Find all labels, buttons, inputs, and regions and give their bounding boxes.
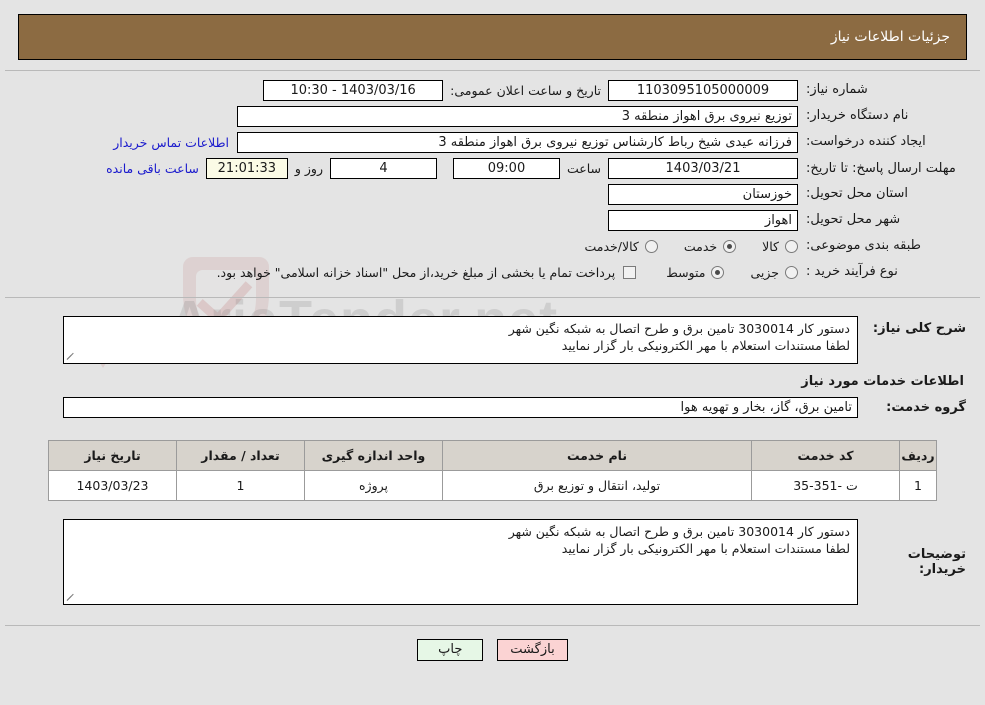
treasury-bond-note: پرداخت تمام یا بخشی از مبلغ خرید،از محل … (216, 264, 616, 280)
service-group-value: تامین برق، گاز، بخار و تهویه هوا (63, 397, 858, 418)
cell-code: ت -351-35 (751, 470, 900, 501)
treasury-bond-checkbox[interactable] (623, 265, 637, 279)
province-row: استان محل تحویل: خوزستان (19, 183, 966, 205)
footer-divider (5, 625, 980, 626)
radio-icon-goods-service[interactable] (644, 239, 658, 253)
print-button[interactable]: چاپ (417, 639, 484, 661)
announce-label: تاریخ و ساعت اعلان عمومی: (450, 82, 601, 98)
radio-icon-medium[interactable] (711, 265, 725, 279)
category-option-service[interactable]: خدمت (683, 238, 737, 254)
cell-need-date: 1403/03/23 (48, 470, 177, 501)
need-description-label: شرح کلی نیاز: (872, 321, 966, 336)
buyer-org-label: نام دستگاه خریدار: (806, 108, 909, 123)
days-remaining-text: روز و (294, 160, 323, 176)
process-option-medium[interactable]: متوسط (666, 264, 725, 280)
service-group-row: گروه خدمت: تامین برق، گاز، بخار و تهویه … (19, 397, 966, 418)
cell-quantity: 1 (176, 470, 305, 501)
requester-label: ایجاد کننده درخواست: (806, 134, 926, 149)
buyer-contact-link[interactable]: اطلاعات تماس خریدار (105, 135, 237, 150)
category-option-goods-service[interactable]: کالا/خدمت (584, 238, 658, 254)
col-unit: واحد اندازه گیری (304, 440, 443, 471)
radio-icon-service[interactable] (723, 239, 737, 253)
process-type-label: نوع فرآیند خرید : (806, 264, 898, 279)
col-name: نام خدمت (442, 440, 752, 471)
process-type-row: نوع فرآیند خرید : جزیی متوسط پرداخت تمام… (19, 261, 966, 283)
deadline-label: مهلت ارسال پاسخ: تا تاریخ: (806, 160, 956, 176)
need-number-value: 1103095105000009 (608, 79, 798, 101)
cell-index: 1 (899, 470, 937, 501)
buyer-notes-panel: توضیحات خریدار: دستور کار 3030014 تامین … (5, 507, 980, 617)
services-table: ردیف کد خدمت نام خدمت واحد اندازه گیری ت… (48, 440, 937, 501)
category-row: طبقه بندی موضوعی: کالا خدمت کالا/خدمت (19, 235, 966, 257)
category-radio-group: کالا خدمت کالا/خدمت (558, 239, 798, 254)
city-label: شهر محل تحویل: (806, 212, 901, 227)
province-value: خوزستان (608, 183, 798, 205)
deadline-date-value: 1403/03/21 (608, 157, 798, 179)
need-summary-panel: شماره نیاز: 1103095105000009 تاریخ و ساع… (5, 70, 980, 298)
process-radio-group: جزیی متوسط پرداخت تمام یا بخشی از مبلغ خ… (191, 265, 798, 280)
province-label: استان محل تحویل: (806, 186, 908, 201)
announce-value: 1403/03/16 - 10:30 (263, 79, 444, 101)
need-description-textarea[interactable]: دستور کار 3030014 تامین برق و طرح اتصال … (63, 316, 858, 364)
footer-button-bar: بازگشت چاپ (0, 639, 985, 661)
col-need-date: تاریخ نیاز (48, 440, 177, 471)
cell-unit: پروژه (304, 470, 443, 501)
services-section-title: اطلاعات خدمات مورد نیاز (801, 374, 964, 389)
radio-icon-minor[interactable] (785, 265, 798, 279)
process-option-medium-label: متوسط (666, 264, 706, 280)
requester-value: فرزانه عیدی شیخ رباط کارشناس توزیع نیروی… (237, 131, 798, 153)
need-description-line-2: لطفا مستندات استعلام با مهر الکترونیکی ب… (561, 338, 850, 353)
table-row: 1 ت -351-35 تولید، انتقال و توزیع برق پر… (48, 470, 937, 501)
need-number-row: شماره نیاز: 1103095105000009 تاریخ و ساع… (19, 79, 966, 101)
buyer-org-value: توزیع نیروی برق اهواز منطقه 3 (237, 105, 798, 127)
buyer-notes-line-1: دستور کار 3030014 تامین برق و طرح اتصال … (508, 524, 850, 539)
service-group-label: گروه خدمت: (886, 400, 966, 415)
buyer-org-row: نام دستگاه خریدار: توزیع نیروی برق اهواز… (19, 105, 966, 127)
need-description-panel: شرح کلی نیاز: دستور کار 3030014 تامین بر… (5, 304, 980, 436)
textarea-resize-handle-icon[interactable] (66, 350, 78, 362)
col-code: کد خدمت (751, 440, 900, 471)
deadline-row: مهلت ارسال پاسخ: تا تاریخ: 1403/03/21 سا… (19, 157, 966, 179)
radio-icon-goods[interactable] (785, 239, 798, 253)
city-value: اهواز (608, 209, 798, 231)
category-label: طبقه بندی موضوعی: (806, 238, 922, 253)
days-remaining-value: 4 (329, 157, 437, 179)
buyer-notes-textarea[interactable]: دستور کار 3030014 تامین برق و طرح اتصال … (63, 519, 858, 605)
process-option-minor-label: جزیی (750, 264, 779, 280)
need-number-label: شماره نیاز: (806, 82, 868, 97)
cell-name: تولید، انتقال و توزیع برق (442, 470, 752, 501)
back-button[interactable]: بازگشت (497, 639, 568, 661)
buyer-notes-row: توضیحات خریدار: دستور کار 3030014 تامین … (19, 519, 966, 605)
process-option-minor[interactable]: جزیی (750, 265, 798, 280)
countdown-suffix: ساعت باقی مانده (106, 160, 199, 176)
category-option-goods[interactable]: کالا (762, 239, 798, 254)
category-option-goods-label: کالا (762, 238, 779, 254)
table-header-row: ردیف کد خدمت نام خدمت واحد اندازه گیری ت… (48, 440, 937, 471)
col-index: ردیف (899, 440, 937, 471)
buyer-notes-line-2: لطفا مستندات استعلام با مهر الکترونیکی ب… (561, 541, 850, 556)
deadline-time-value: 09:00 (452, 157, 560, 179)
buyer-notes-label: توضیحات خریدار: (907, 547, 966, 577)
city-row: شهر محل تحویل: اهواز (19, 209, 966, 231)
page-title: جزئیات اطلاعات نیاز (830, 29, 950, 45)
col-quantity: تعداد / مقدار (176, 440, 305, 471)
page-header: جزئیات اطلاعات نیاز (18, 14, 967, 60)
countdown-timer: 21:01:33 (205, 157, 288, 179)
category-option-service-label: خدمت (683, 238, 718, 254)
requester-row: ایجاد کننده درخواست: فرزانه عیدی شیخ ربا… (19, 131, 966, 153)
need-description-line-1: دستور کار 3030014 تامین برق و طرح اتصال … (508, 321, 850, 336)
category-option-goods-service-label: کالا/خدمت (584, 238, 639, 254)
treasury-bond-option[interactable]: پرداخت تمام یا بخشی از مبلغ خرید،از محل … (217, 265, 637, 280)
buyer-notes-resize-handle-icon[interactable] (66, 591, 78, 603)
need-description-row: شرح کلی نیاز: دستور کار 3030014 تامین بر… (19, 316, 966, 364)
deadline-time-label: ساعت (566, 160, 601, 176)
